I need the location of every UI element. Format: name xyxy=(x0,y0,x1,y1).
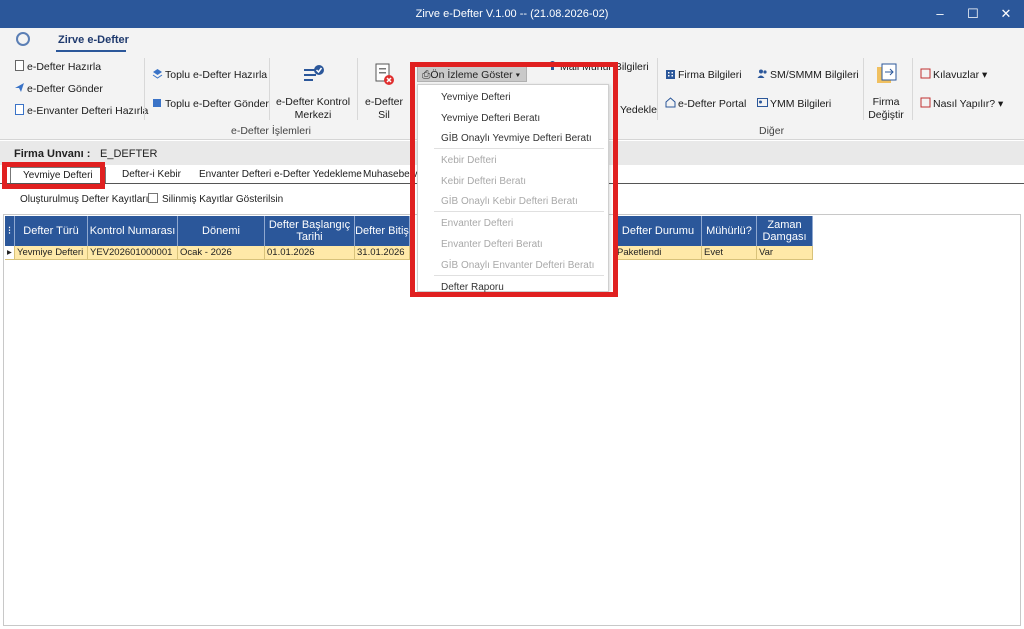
inventory-icon xyxy=(15,104,24,115)
toplu-hazirla-label: Toplu e-Defter Hazırla xyxy=(165,69,268,81)
tab-defteri-kebir[interactable]: Defter-i Kebir xyxy=(122,169,181,180)
silinmis-label: Silinmiş Kayıtlar Gösterilsin xyxy=(162,194,284,205)
tab-envanter-defteri[interactable]: Envanter Defteri xyxy=(199,169,271,180)
edefter-gonder-button[interactable]: e-Defter Gönder xyxy=(14,82,103,95)
eenvanter-hazirla-button[interactable]: e-Envanter Defteri Hazırla xyxy=(14,104,148,117)
group-label-edefter: e-Defter İşlemleri xyxy=(231,125,311,137)
table-cell-kontrol-numarasi[interactable]: YEV202601000001 xyxy=(88,246,178,260)
ribbon-divider xyxy=(657,58,658,120)
delete-document-icon xyxy=(375,63,394,85)
ribbon-divider xyxy=(863,58,864,120)
ymm-label: YMM Bilgileri xyxy=(770,98,832,110)
ribbon-tab-bar: Zirve e-Defter xyxy=(0,28,1024,52)
kilavuzlar-button[interactable]: Kılavuzlar ▾ xyxy=(920,68,987,81)
smsmmm-label: SM/SMMM Bilgileri xyxy=(770,69,859,81)
ribbon-divider xyxy=(269,58,270,120)
edefter-gonder-label: e-Defter Gönder xyxy=(27,83,103,95)
ribbon-divider xyxy=(357,58,358,120)
edefter-portal-label: e-Defter Portal xyxy=(678,98,747,110)
kontrol-merkezi-label-1: e-Defter Kontrol xyxy=(275,96,351,108)
ymm-button[interactable]: YMM Bilgileri xyxy=(757,97,831,110)
col-bitis[interactable]: Defter Bitiş xyxy=(355,216,410,246)
document-icon xyxy=(15,60,24,71)
table-cell-durum[interactable]: Paketlendi xyxy=(615,246,702,260)
toplu-hazirla-button[interactable]: Toplu e-Defter Hazırla xyxy=(152,68,267,81)
stack-icon xyxy=(152,69,163,79)
table-cell-defter-turu[interactable]: Yevmiye Defteri xyxy=(15,246,88,260)
title-bar: Zirve e-Defter V.1.00 -- (21.08.2026-02)… xyxy=(0,0,1024,28)
firma-degistir-label-1: Firma xyxy=(872,96,900,108)
grid-row-indicator-header: ⁝ xyxy=(5,216,15,246)
tab-edefter-yedekleme[interactable]: e-Defter Yedekleme xyxy=(274,169,362,180)
firma-value: E_DEFTER xyxy=(100,148,158,160)
chevron-down-icon: ▾ xyxy=(979,69,988,81)
minimize-button[interactable]: – xyxy=(925,4,955,24)
col-kontrol-numarasi[interactable]: Kontrol Numarası xyxy=(88,216,178,246)
book-icon xyxy=(920,68,931,79)
col-defter-turu[interactable]: Defter Türü xyxy=(15,216,88,246)
ribbon-divider xyxy=(912,58,913,120)
col-zaman-damgasi[interactable]: Zaman Damgası xyxy=(757,216,813,246)
table-cell-muhurlu[interactable]: Evet xyxy=(702,246,757,260)
app-menu-icon[interactable] xyxy=(16,32,30,46)
maximize-button[interactable]: ☐ xyxy=(958,4,988,24)
toplu-gonder-label: Toplu e-Defter Gönder xyxy=(165,98,269,110)
table-cell-bitis[interactable]: 31.01.2026 xyxy=(355,246,410,260)
highlight-dropdown-menu xyxy=(410,62,618,297)
portal-icon xyxy=(665,97,676,108)
table-cell-baslangic[interactable]: 01.01.2026 xyxy=(265,246,355,260)
window-title: Zirve e-Defter V.1.00 -- (21.08.2026-02) xyxy=(415,8,609,20)
highlight-yevmiye-tab xyxy=(2,162,105,189)
kontrol-merkezi-label-2: Merkezi xyxy=(294,109,332,121)
edefter-hazirla-button[interactable]: e-Defter Hazırla xyxy=(14,60,101,73)
silinmis-checkbox[interactable] xyxy=(148,193,158,203)
kontrol-merkezi-button[interactable]: e-Defter Kontrol Merkezi xyxy=(272,62,354,122)
firma-bilgileri-label: Firma Bilgileri xyxy=(678,69,742,81)
help-icon xyxy=(920,97,931,108)
row-indicator-icon: ▸ xyxy=(5,246,15,260)
toplu-gonder-button[interactable]: Toplu e-Defter Gönder xyxy=(152,97,269,110)
edefter-sil-label-1: e-Defter xyxy=(365,96,403,108)
switch-company-icon xyxy=(877,63,897,83)
send-icon xyxy=(15,83,24,92)
olusturulmus-label: Oluşturulmuş Defter Kayıtları xyxy=(20,194,149,205)
firma-bilgileri-button[interactable]: Firma Bilgileri xyxy=(665,68,742,81)
eenvanter-hazirla-label: e-Envanter Defteri Hazırla xyxy=(27,105,149,117)
nasil-yapilir-label: Nasıl Yapılır? xyxy=(933,98,996,110)
smsmmm-button[interactable]: SM/SMMM Bilgileri xyxy=(757,68,859,81)
edefter-hazirla-label: e-Defter Hazırla xyxy=(27,61,102,73)
col-donemi[interactable]: Dönemi xyxy=(178,216,265,246)
col-baslangic-tarihi[interactable]: Defter Başlangıç Tarihi xyxy=(265,216,355,246)
col-muhurlu[interactable]: Mühürlü? xyxy=(702,216,757,246)
table-cell-donemi[interactable]: Ocak - 2026 xyxy=(178,246,265,260)
nasil-yapilir-button[interactable]: Nasıl Yapılır? ▾ xyxy=(920,97,1003,110)
close-button[interactable]: ✕ xyxy=(991,4,1021,24)
kilavuzlar-label: Kılavuzlar xyxy=(933,69,980,81)
firma-degistir-button[interactable]: Firma Değiştir xyxy=(866,62,906,122)
col-defter-durumu[interactable]: Defter Durumu xyxy=(615,216,702,246)
firma-degistir-label-2: Değiştir xyxy=(868,109,904,121)
table-cell-zaman-damgasi[interactable]: Var xyxy=(757,246,813,260)
ribbon-divider xyxy=(144,58,145,120)
edefter-sil-button[interactable]: e-Defter Sil xyxy=(362,62,406,122)
group-label-diger: Diğer xyxy=(759,125,785,137)
tab-zirve-edefter[interactable]: Zirve e-Defter xyxy=(58,34,129,46)
chevron-down-icon: ▾ xyxy=(995,98,1004,110)
firma-label: Firma Unvanı : xyxy=(14,148,91,160)
edefter-portal-button[interactable]: e-Defter Portal xyxy=(665,97,746,110)
building-icon xyxy=(666,70,675,79)
edefter-sil-label-2: Sil xyxy=(378,109,390,121)
yedekle-button[interactable]: Yedekle xyxy=(620,104,657,116)
checklist-icon xyxy=(304,65,324,81)
users-icon xyxy=(757,69,767,78)
id-card-icon xyxy=(757,98,768,107)
stack-send-icon xyxy=(153,99,161,107)
